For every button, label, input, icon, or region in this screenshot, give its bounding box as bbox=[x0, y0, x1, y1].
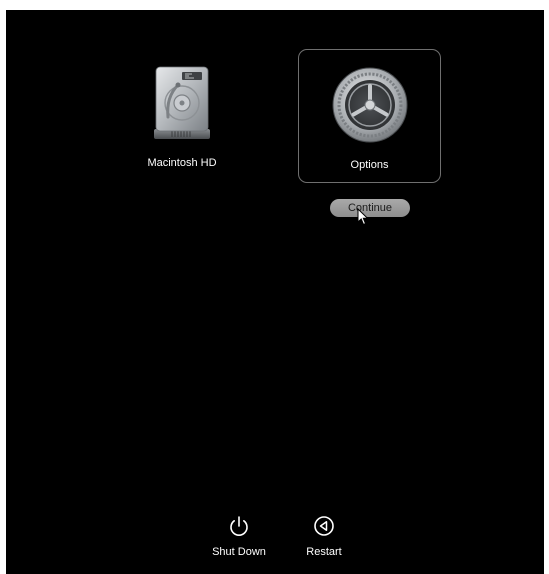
hard-drive-icon bbox=[154, 66, 210, 139]
volume-label: Options bbox=[350, 159, 389, 171]
restart-icon bbox=[314, 516, 334, 536]
startup-options-screen: Macintosh HD Options Continue Shut Down … bbox=[6, 10, 544, 574]
restart-button[interactable]: Restart bbox=[294, 515, 354, 558]
gear-icon bbox=[332, 67, 407, 143]
volume-label: Macintosh HD bbox=[147, 157, 217, 169]
mouse-pointer-icon bbox=[357, 208, 369, 226]
restart-label: Restart bbox=[306, 546, 342, 558]
shutdown-label: Shut Down bbox=[212, 546, 266, 558]
volume-macintosh-hd[interactable]: Macintosh HD bbox=[134, 50, 230, 180]
volume-options[interactable]: Options bbox=[298, 49, 441, 183]
power-icon bbox=[230, 516, 248, 536]
shutdown-button[interactable]: Shut Down bbox=[204, 515, 274, 558]
continue-button[interactable]: Continue bbox=[330, 199, 410, 217]
